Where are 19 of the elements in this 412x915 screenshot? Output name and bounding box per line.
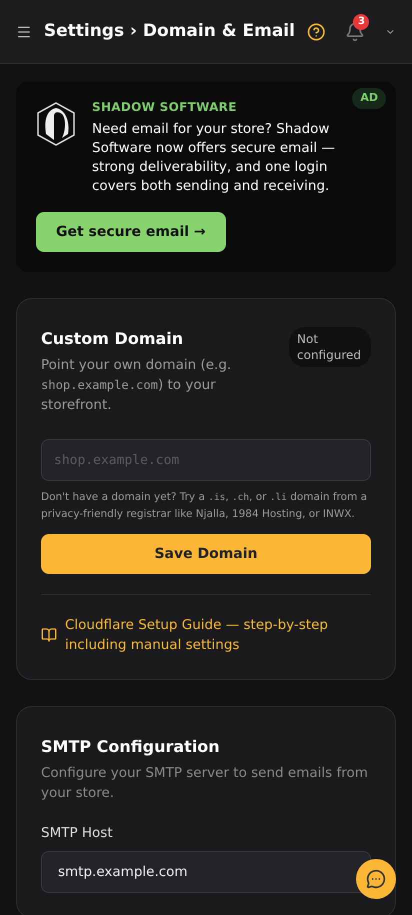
section-description: Point your own domain (e.g. shop.example.com) to your storefront. (41, 356, 232, 415)
brand-name: SHADOW SOFTWARE (92, 99, 238, 116)
status-badge: Not configured (289, 327, 371, 367)
domain-input-field[interactable]: shop.example.com (41, 439, 371, 481)
domain-hint: Don't have a domain yet? Try a .is, .ch, or .li domain from a privacy-friendly registrar like Njalla, 1984 Hosting, or INWX. (41, 490, 368, 522)
setup-guide-link[interactable]: Cloudflare Setup Guide — step-by-step including manual settings (65, 615, 371, 655)
section-title: Custom Domain (41, 328, 184, 350)
save-domain-button[interactable]: Save Domain (41, 534, 371, 574)
chat-icon (366, 869, 386, 889)
book-icon (41, 627, 57, 643)
get-secure-email-button[interactable]: Get secure email → (36, 212, 226, 252)
ad-text: Need email for your store? Shadow Software now offers secure email — strong deliverability, and one login covers both sending and receiving. (92, 120, 336, 196)
field-label: SMTP Host (41, 824, 114, 843)
notification-count: 3 (353, 14, 370, 30)
section-description: Configure your SMTP server to send emails from your store. (41, 764, 369, 803)
smtp-host-field[interactable]: smtp.example.com (41, 851, 371, 894)
section-title: SMTP Configuration (41, 736, 221, 758)
ad-badge: AD (352, 88, 386, 108)
page-title: Settings › Domain & Email (44, 20, 295, 43)
